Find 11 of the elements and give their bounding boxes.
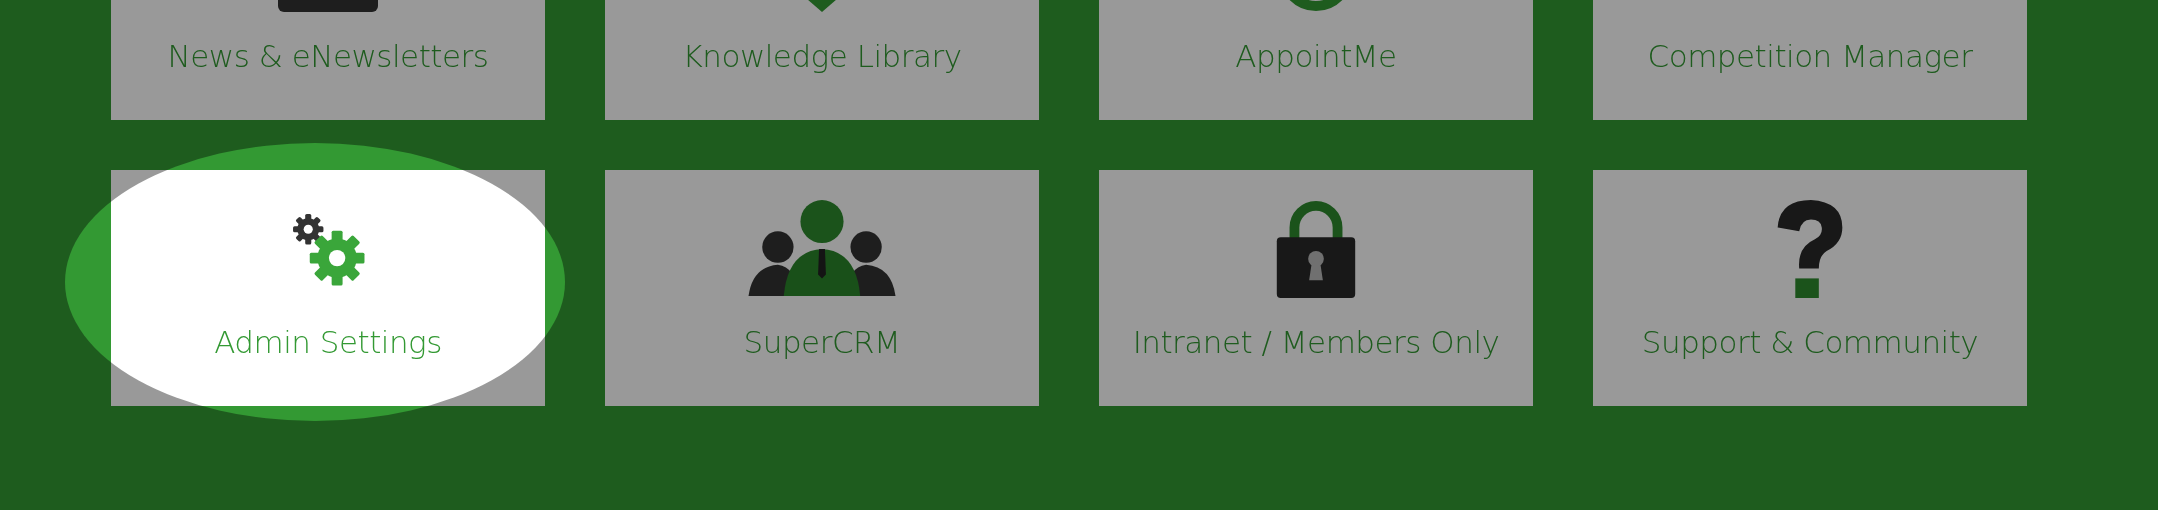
question-mark-icon bbox=[1775, 200, 1845, 298]
padlock-icon bbox=[1276, 200, 1356, 298]
people-icon bbox=[747, 200, 897, 298]
app-tile[interactable]: SuperCRM bbox=[605, 170, 1039, 406]
app-tile[interactable]: AppointMe bbox=[1099, 0, 1533, 120]
app-tile[interactable]: News & eNewsletters bbox=[111, 0, 545, 120]
app-tile[interactable]: Knowledge Library bbox=[605, 0, 1039, 120]
app-tile[interactable]: Support & Community bbox=[1593, 170, 2027, 406]
app-tile[interactable]: Intranet / Members Only bbox=[1099, 170, 1533, 406]
app-tile[interactable]: Competition Manager bbox=[1593, 0, 2027, 120]
app-tile[interactable]: Admin Settings bbox=[111, 170, 545, 406]
